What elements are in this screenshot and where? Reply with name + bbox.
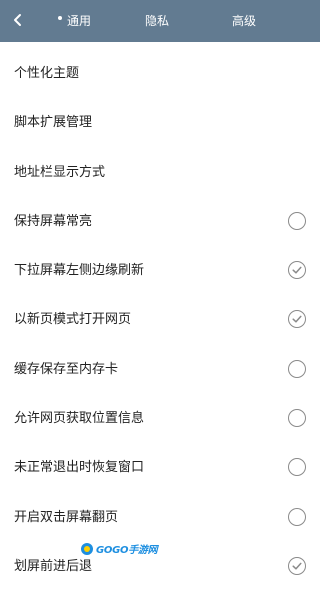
setting-row[interactable]: 允许网页获取位置信息 [0, 394, 320, 443]
setting-row[interactable]: 未正常退出时恢复窗口 [0, 443, 320, 492]
unchecked-circle-icon[interactable] [288, 211, 306, 230]
tab-privacy[interactable]: 隐私 [145, 0, 169, 42]
setting-row[interactable]: 脚本扩展管理 [0, 98, 320, 147]
setting-label: 个性化主题 [14, 66, 80, 81]
top-bar: 通用 隐私 高级 [0, 0, 320, 42]
setting-row[interactable]: 地址栏显示方式 [0, 148, 320, 197]
setting-row[interactable]: 开启双击屏幕翻页 [0, 493, 320, 542]
setting-label: 保持屏幕常亮 [14, 213, 93, 229]
setting-row[interactable]: 保持屏幕常亮 [0, 197, 320, 246]
tab-label: 隐私 [145, 14, 170, 28]
tab-general[interactable]: 通用 [58, 0, 91, 42]
unchecked-circle-icon[interactable] [288, 458, 306, 477]
unchecked-circle-icon[interactable] [288, 507, 306, 526]
tab-bar: 通用 隐私 高级 [0, 0, 320, 42]
checked-circle-icon[interactable] [288, 310, 306, 329]
tab-label: 高级 [232, 14, 257, 28]
active-indicator-dot [58, 15, 62, 20]
setting-row[interactable]: 下拉屏幕左侧边缘刷新 [0, 246, 320, 295]
setting-label: 下拉屏幕左侧边缘刷新 [14, 263, 145, 279]
setting-label: 未正常退出时恢复窗口 [14, 460, 145, 476]
watermark: GOGO手游网 [80, 541, 160, 559]
setting-row[interactable]: 缓存保存至内存卡 [0, 345, 320, 394]
setting-label: 允许网页获取位置信息 [14, 411, 145, 427]
setting-label: 开启双击屏幕翻页 [14, 509, 119, 525]
tab-advanced[interactable]: 高级 [232, 0, 256, 42]
setting-label: 脚本扩展管理 [14, 115, 93, 131]
watermark-text: GOGO手游网 [96, 545, 158, 556]
unchecked-circle-icon[interactable] [288, 409, 306, 428]
unchecked-circle-icon[interactable] [288, 359, 306, 378]
watermark-logo-icon [81, 543, 93, 555]
checked-circle-icon[interactable] [288, 261, 306, 280]
settings-list: 个性化主题脚本扩展管理 地址栏显示方式 保持屏幕常亮下拉屏幕左侧边缘刷新 以新页模式打… [0, 49, 320, 591]
setting-label: 以新页模式打开网页 [14, 312, 132, 328]
checked-circle-icon[interactable] [288, 556, 306, 575]
setting-row[interactable]: 划屏前进后退 [0, 542, 320, 591]
tab-label: 通用 [67, 14, 92, 28]
setting-label: 缓存保存至内存卡 [14, 361, 119, 377]
setting-row[interactable]: 个性化主题 [0, 49, 320, 98]
setting-row[interactable]: 以新页模式打开网页 [0, 295, 320, 344]
setting-label: 地址栏显示方式 [14, 164, 106, 180]
